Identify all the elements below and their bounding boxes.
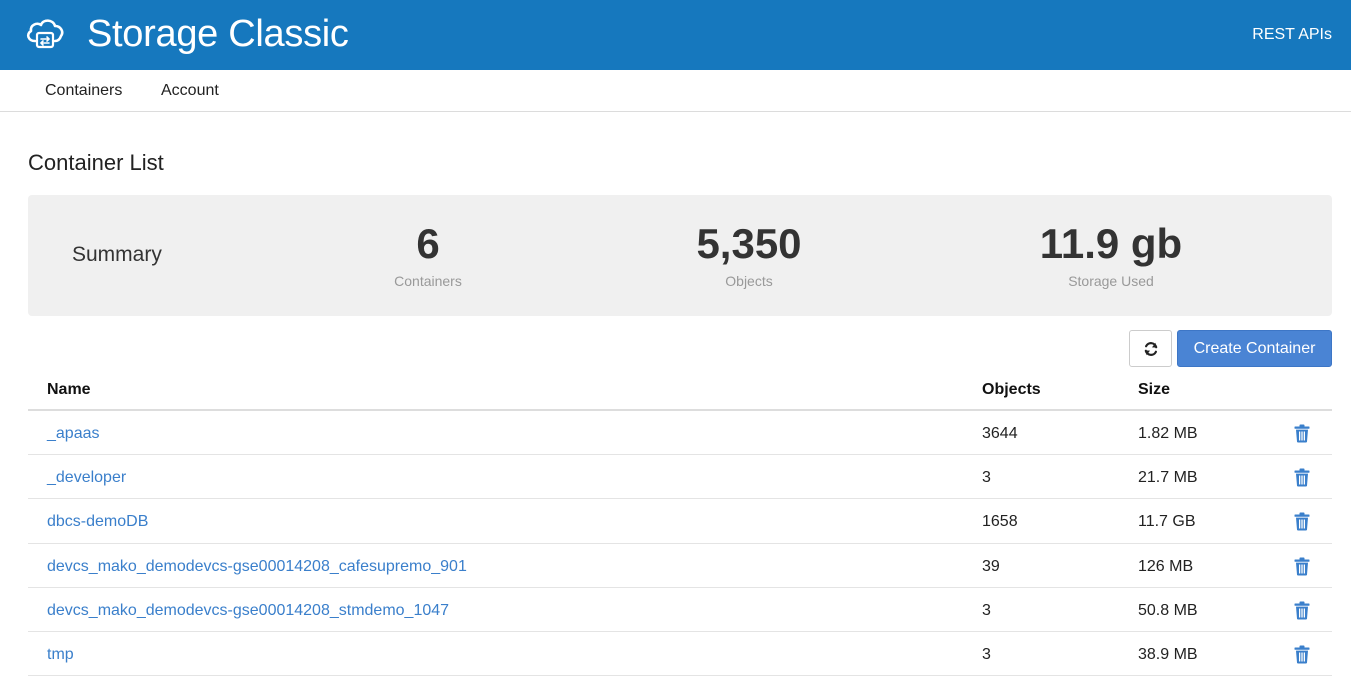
object-count: 3644: [982, 425, 1018, 442]
trash-icon[interactable]: [1294, 468, 1310, 487]
table-row: dbcs-demoDB 1658 11.7 GB: [28, 499, 1332, 544]
trash-icon[interactable]: [1294, 424, 1310, 443]
column-header-size[interactable]: Size: [1138, 380, 1170, 400]
stat-value: 6: [416, 220, 440, 267]
table-row: _apaas 3644 1.82 MB: [28, 411, 1332, 456]
table-row: devcs_mako_demodevcs-gse00014208_cafesup…: [28, 544, 1332, 588]
column-header-name[interactable]: Name: [47, 380, 91, 400]
column-header-objects[interactable]: Objects: [982, 380, 1041, 400]
nav-bar: Containers Account: [0, 70, 1351, 112]
container-size: 21.7 MB: [1138, 469, 1198, 487]
container-table: Name Objects Size _apaas 3644 1.82 MB _deve…: [28, 368, 1332, 677]
object-count: 3: [982, 645, 991, 663]
container-name-link[interactable]: devcs_mako_demodevcs-gse00014208_stmdemo…: [47, 601, 449, 621]
top-header: Storage Classic REST APIs: [0, 0, 1351, 70]
stat-value: 5,350: [696, 220, 802, 267]
container-size: 38.9 MB: [1138, 645, 1198, 663]
summary-panel: Summary 6 Containers 5,350 Objects 11.9 …: [28, 195, 1332, 316]
container-name-link[interactable]: _apaas: [47, 424, 100, 444]
cloud-icon: [26, 19, 64, 49]
container-name-link[interactable]: devcs_mako_demodevcs-gse00014208_cafesup…: [47, 557, 467, 577]
table-row: tmp 3 38.9 MB: [28, 632, 1332, 677]
trash-icon[interactable]: [1294, 601, 1310, 620]
refresh-button[interactable]: [1129, 330, 1172, 367]
create-container-button[interactable]: Create Container: [1177, 330, 1332, 367]
trash-icon[interactable]: [1294, 645, 1310, 664]
stat-value: 11.9 gb: [1039, 220, 1183, 267]
summary-label: Summary: [72, 243, 162, 266]
container-name-link[interactable]: dbcs-demoDB: [47, 512, 148, 532]
stat-caption: Objects: [725, 273, 773, 289]
container-name-link[interactable]: _developer: [47, 468, 126, 488]
app-title: Storage Classic: [87, 13, 349, 55]
trash-icon[interactable]: [1294, 557, 1310, 576]
stat-storage-used: 11.9 gb Storage Used: [991, 219, 1231, 290]
trash-icon[interactable]: [1294, 512, 1310, 531]
rest-apis-link[interactable]: REST APIs: [1252, 25, 1332, 45]
table-row: _developer 3 21.7 MB: [28, 455, 1332, 500]
container-name-link[interactable]: tmp: [47, 645, 74, 665]
table-header: Name Objects Size: [28, 368, 1332, 411]
table-body: _apaas 3644 1.82 MB _developer 3 21.7 MB dbcs-…: [28, 411, 1332, 677]
stat-caption: Containers: [394, 273, 462, 289]
stat-objects: 5,350 Objects: [629, 219, 869, 290]
object-count: 1658: [982, 513, 1018, 531]
container-size: 11.7 GB: [1138, 513, 1196, 531]
tab-containers[interactable]: Containers: [45, 81, 122, 101]
object-count: 3: [982, 469, 991, 487]
object-count: 3: [982, 601, 991, 619]
stat-containers: 6 Containers: [308, 219, 548, 290]
tab-account[interactable]: Account: [161, 81, 219, 101]
table-row: devcs_mako_demodevcs-gse00014208_stmdemo…: [28, 588, 1332, 632]
refresh-icon: [1144, 341, 1157, 356]
object-count: 39: [982, 557, 1000, 575]
container-size: 1.82 MB: [1138, 425, 1198, 442]
container-size: 50.8 MB: [1138, 601, 1198, 619]
page-title: Container List: [28, 150, 164, 175]
stat-caption: Storage Used: [1068, 273, 1154, 289]
container-size: 126 MB: [1138, 557, 1194, 575]
